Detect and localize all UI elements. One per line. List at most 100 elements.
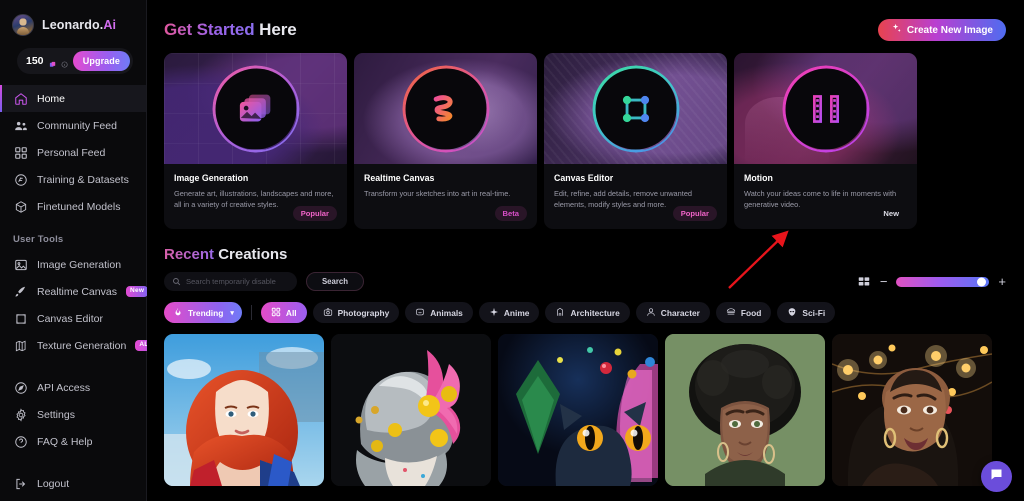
search-box[interactable] — [164, 272, 297, 291]
create-new-image-label: Create New Image — [906, 24, 993, 36]
recent-title-accent: Recent — [164, 246, 215, 263]
card-canvas-editor[interactable]: Canvas Editor Edit, refine, add details,… — [544, 53, 727, 229]
gallery-item[interactable] — [331, 334, 491, 486]
chat-bubble-icon — [989, 467, 1004, 487]
sidebar-item-label: Training & Datasets — [37, 173, 129, 186]
create-new-image-button[interactable]: Create New Image — [877, 19, 1006, 41]
person-icon — [646, 307, 656, 319]
gallery-item[interactable] — [665, 334, 825, 486]
sparkle-icon — [489, 307, 499, 319]
chevron-down-icon: ▾ — [230, 309, 234, 317]
card-motion[interactable]: Motion Watch your ideas come to life in … — [734, 53, 917, 229]
gallery-item[interactable] — [832, 334, 992, 486]
sidebar-item-image-generation[interactable]: Image Generation — [0, 251, 146, 278]
texture-icon — [13, 338, 28, 353]
chip-label: Food — [740, 307, 762, 318]
gallery-item[interactable] — [498, 334, 658, 486]
chip-architecture[interactable]: Architecture — [545, 302, 630, 323]
cube-icon — [13, 199, 28, 214]
sidebar-item-community-feed[interactable]: Community Feed — [0, 112, 146, 139]
search-input[interactable] — [186, 277, 289, 286]
info-icon[interactable] — [61, 56, 68, 68]
chip-anime[interactable]: Anime — [478, 302, 540, 323]
chip-trending[interactable]: Trending ▾ — [164, 302, 242, 323]
brand-name-text: Leonardo. — [42, 18, 104, 32]
chip-all[interactable]: All — [260, 302, 307, 323]
chip-sci-fi[interactable]: Sci-Fi — [777, 302, 836, 323]
card-tag: Popular — [292, 206, 337, 221]
slider-knob[interactable] — [977, 277, 987, 286]
card-image-generation[interactable]: Image Generation Generate art, illustrat… — [164, 53, 347, 229]
brush-icon — [13, 284, 28, 299]
brand-suffix: Ai — [103, 18, 117, 32]
image-icon — [13, 257, 28, 272]
burger-icon — [726, 307, 736, 319]
sidebar-item-logout[interactable]: Logout — [0, 470, 146, 497]
sidebar-item-label: Home — [37, 92, 66, 105]
main-inner: Get Started Here Create New Image Image … — [147, 0, 1024, 486]
card-realtime-canvas[interactable]: Realtime Canvas Transform your sketches … — [354, 53, 537, 229]
grid-squares-icon — [13, 145, 28, 160]
sidebar-item-label: Image Generation — [37, 258, 122, 271]
intercom-chat-button[interactable] — [981, 461, 1012, 492]
search-button[interactable]: Search — [306, 272, 364, 291]
upgrade-button[interactable]: Upgrade — [72, 51, 130, 71]
sidebar-item-label: Settings — [37, 408, 75, 421]
chip-label: Architecture — [570, 307, 620, 318]
sidebar-item-label: API Access — [37, 381, 91, 394]
zoom-slider[interactable] — [896, 276, 990, 287]
card-icon-ring — [782, 65, 869, 152]
filter-chips: Trending ▾ All Photography Animals Anime… — [164, 302, 1006, 323]
primary-nav: Home Community Feed Personal Feed Traini… — [0, 85, 168, 497]
community-icon — [13, 118, 28, 133]
sidebar-item-finetuned-models[interactable]: Finetuned Models — [0, 193, 146, 220]
gallery-item[interactable] — [164, 334, 324, 486]
grid-view-icon[interactable] — [857, 275, 871, 289]
card-body: Image Generation Generate art, illustrat… — [164, 164, 347, 210]
card-body: Motion Watch your ideas come to life in … — [734, 164, 917, 210]
search-icon — [172, 273, 181, 291]
main-content: Get Started Here Create New Image Image … — [147, 0, 1024, 501]
card-icon-ring — [212, 65, 299, 152]
sidebar-item-training-datasets[interactable]: Training & Datasets — [0, 166, 146, 193]
flame-icon — [173, 307, 183, 319]
card-tag: Popular — [672, 206, 717, 221]
sidebar-item-label: Community Feed — [37, 119, 117, 132]
chip-food[interactable]: Food — [715, 302, 772, 323]
recent-toolbar: Search − + — [164, 272, 1006, 291]
sidebar-item-realtime-canvas[interactable]: Realtime Canvas New — [0, 278, 149, 305]
token-icon — [49, 56, 56, 68]
card-hero — [734, 53, 917, 164]
sidebar-item-home[interactable]: Home — [0, 85, 146, 112]
sidebar-item-faq-help[interactable]: FAQ & Help — [0, 428, 146, 455]
sparkle-icon — [891, 23, 902, 37]
sidebar-item-label: Texture Generation — [37, 339, 127, 352]
photos-stack-icon — [214, 67, 297, 150]
sidebar-item-texture-generation[interactable]: Texture Generation ALPHA — [0, 332, 168, 359]
credit-amount: 150 — [26, 55, 44, 67]
chip-label: Character — [660, 307, 700, 318]
card-hero — [354, 53, 537, 164]
nav-spacer-2 — [0, 455, 146, 470]
film-strip-icon — [784, 67, 867, 150]
bounding-box-icon — [594, 67, 677, 150]
chip-label: Animals — [430, 307, 463, 318]
grid-squares-icon — [271, 307, 281, 319]
zoom-in-button[interactable]: + — [998, 275, 1006, 288]
chip-photography[interactable]: Photography — [312, 302, 400, 323]
chip-character[interactable]: Character — [635, 302, 710, 323]
brand[interactable]: Leonardo.Ai — [0, 0, 146, 36]
credits-pill[interactable]: 150 Upgrade — [17, 48, 133, 74]
user-tools-label: User Tools — [13, 234, 64, 245]
zoom-out-button[interactable]: − — [880, 275, 888, 288]
sidebar-item-label: Logout — [37, 477, 70, 490]
recent-creations-title: Recent Creations — [164, 246, 1006, 263]
sidebar-item-api-access[interactable]: API Access — [0, 374, 146, 401]
sidebar-item-personal-feed[interactable]: Personal Feed — [0, 139, 146, 166]
sidebar-item-settings[interactable]: Settings — [0, 401, 146, 428]
sidebar-item-canvas-editor[interactable]: Canvas Editor — [0, 305, 146, 332]
chip-animals[interactable]: Animals — [405, 302, 473, 323]
badge-new: New — [125, 286, 149, 297]
page-title: Get Started Here — [164, 20, 297, 40]
